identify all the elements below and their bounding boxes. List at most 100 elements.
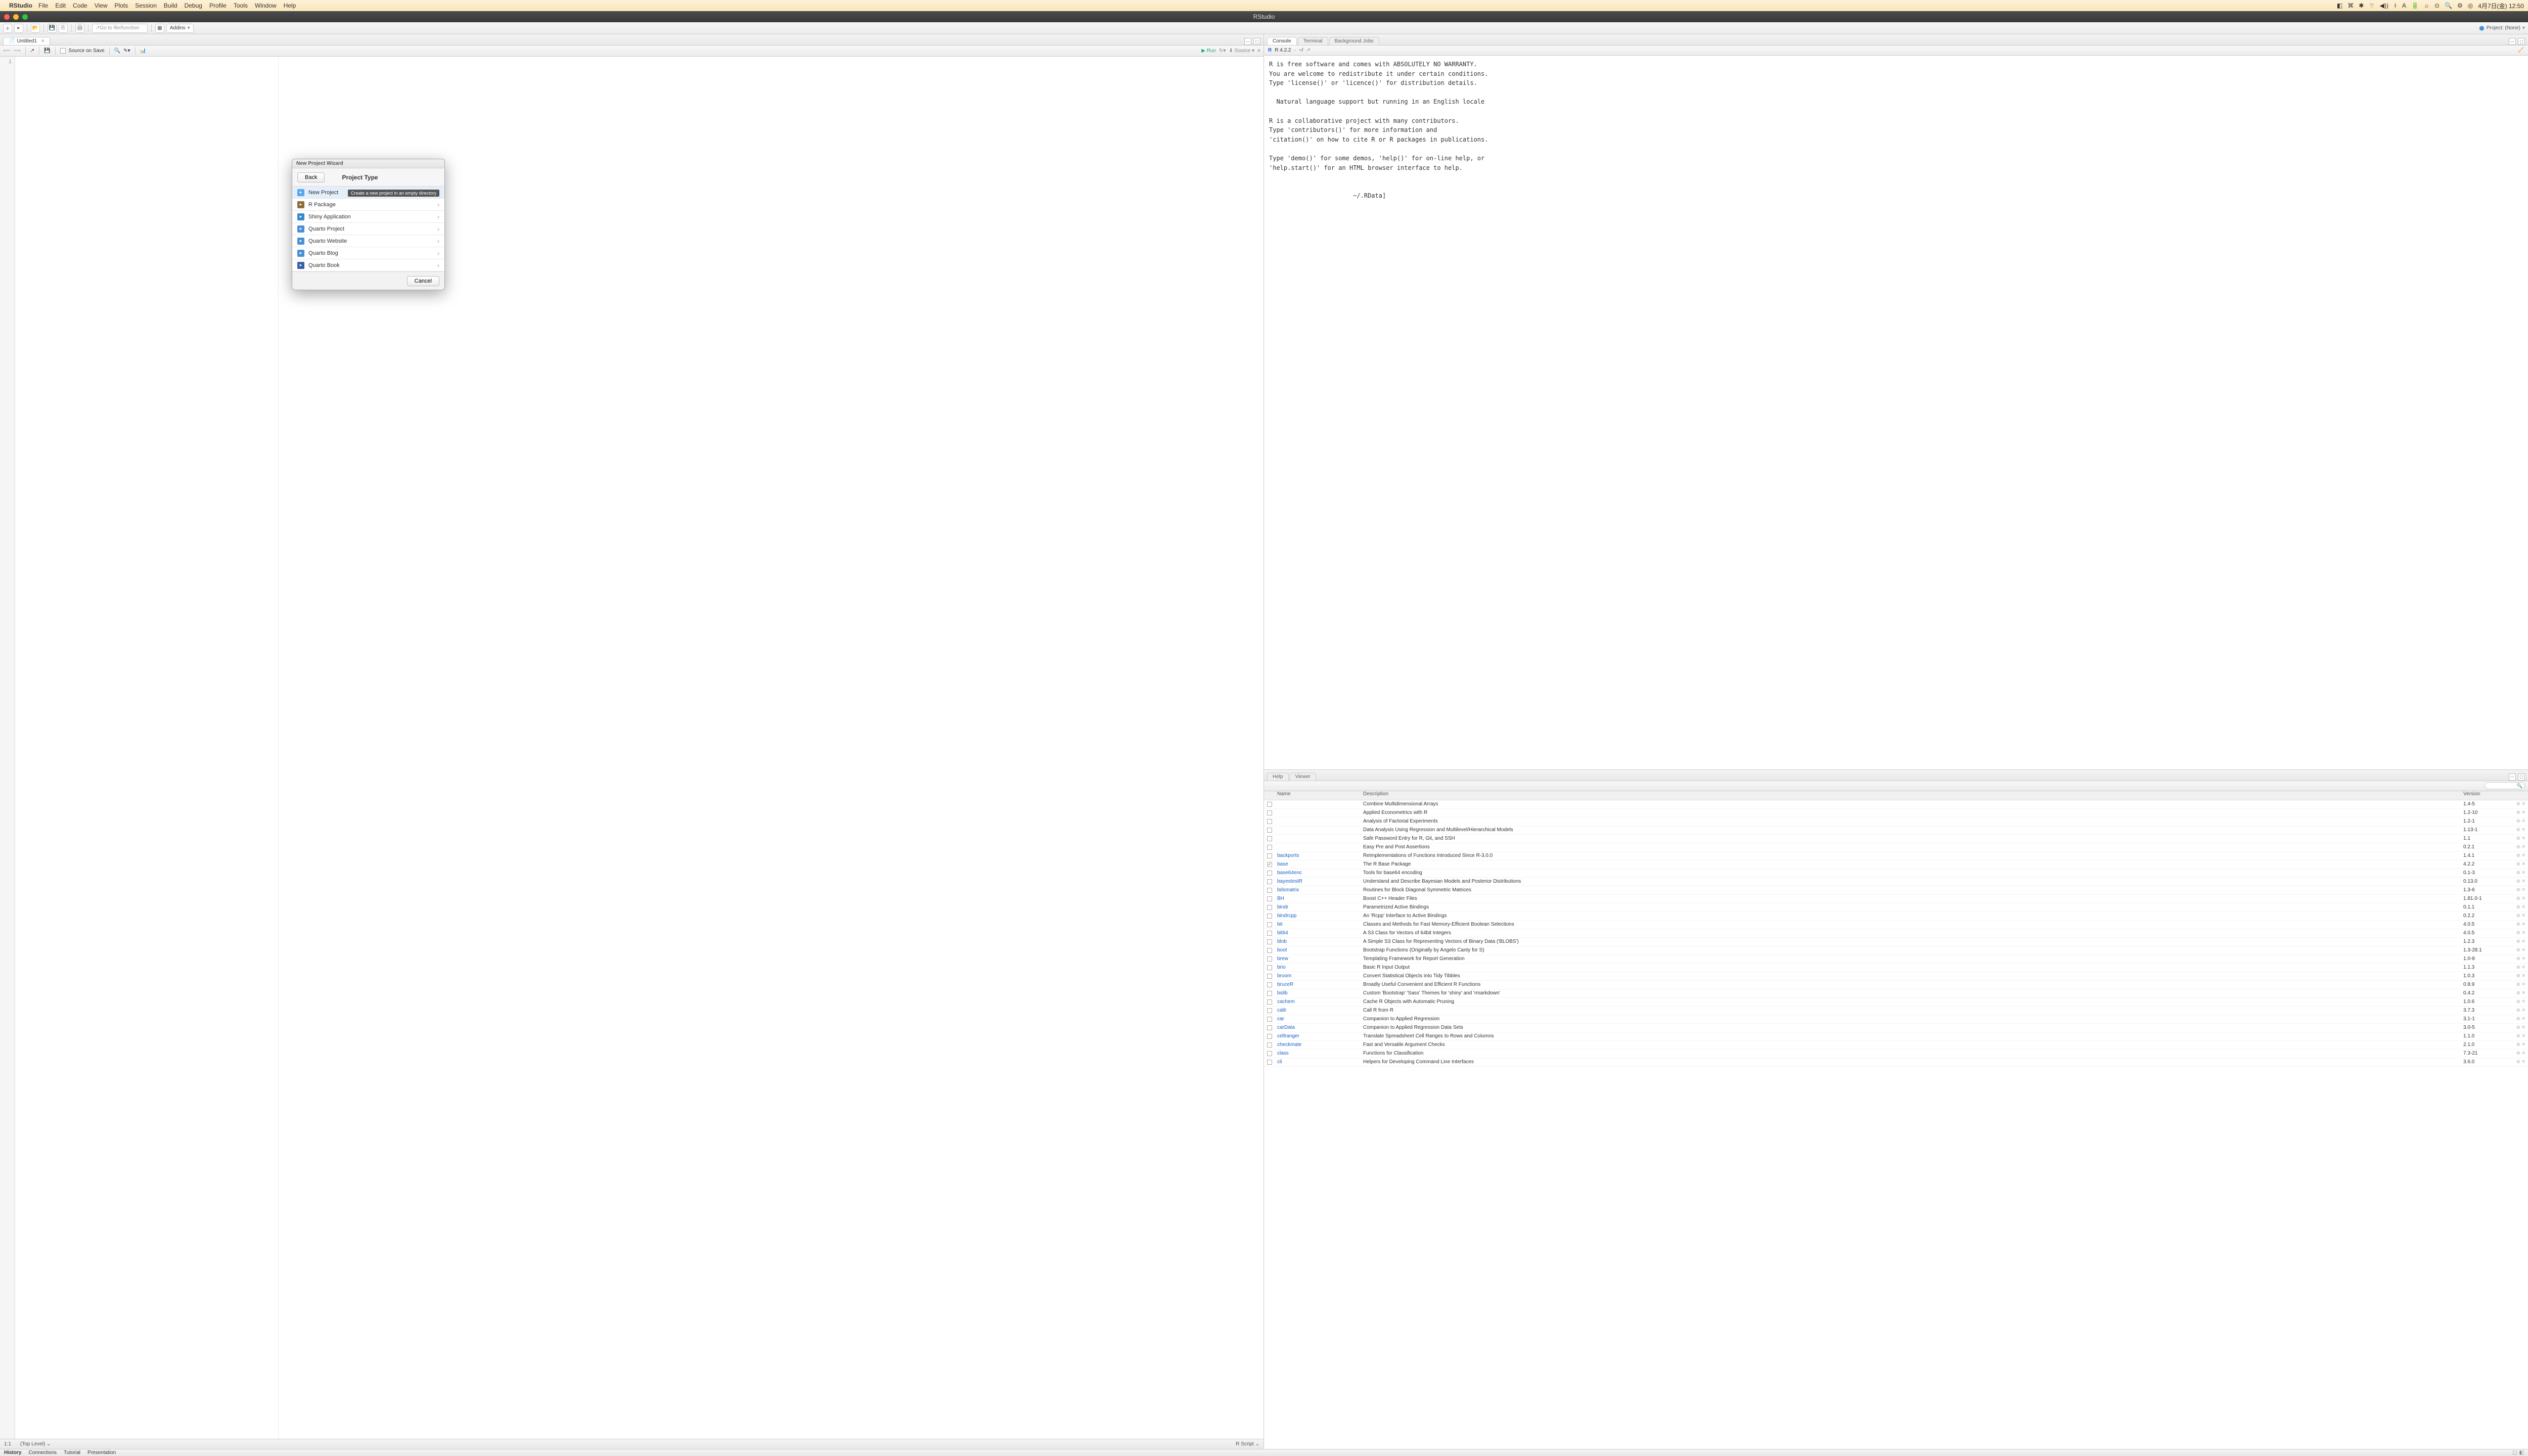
package-remove-icon[interactable]: ✕ <box>2521 1051 2525 1056</box>
save-button[interactable]: 💾 <box>48 24 57 33</box>
package-checkbox[interactable] <box>1267 991 1272 996</box>
spotlight-icon[interactable]: 🔍 <box>2445 2 2452 9</box>
tab-viewer[interactable]: Viewer <box>1290 772 1316 781</box>
package-row[interactable]: brewTemplating Framework for Report Gene… <box>1264 955 2528 964</box>
save-all-button[interactable]: ⎘ <box>59 24 68 33</box>
print-button[interactable]: 🖨 <box>75 24 84 33</box>
package-checkbox[interactable] <box>1267 1042 1272 1048</box>
tab-help[interactable]: Help <box>1267 772 1289 781</box>
package-checkbox[interactable] <box>1267 853 1272 858</box>
package-web-icon[interactable]: ⊕ <box>2516 1008 2520 1013</box>
package-remove-icon[interactable]: ✕ <box>2521 999 2525 1005</box>
package-name-link[interactable]: blob <box>1275 939 1361 944</box>
package-remove-icon[interactable]: ✕ <box>2521 853 2525 858</box>
wand-button[interactable]: ✎▾ <box>123 48 130 54</box>
menu-debug[interactable]: Debug <box>185 2 202 9</box>
package-web-icon[interactable]: ⊕ <box>2516 947 2520 953</box>
maximize-pane-button[interactable]: ▢ <box>1253 38 1260 45</box>
minimize-pane-button[interactable]: — <box>1244 38 1251 45</box>
package-checkbox[interactable]: ✓ <box>1267 862 1272 867</box>
package-name-link[interactable]: bslib <box>1275 990 1361 996</box>
package-name-link[interactable]: car <box>1275 1016 1361 1022</box>
package-checkbox[interactable] <box>1267 974 1272 979</box>
package-name-link[interactable]: bit64 <box>1275 930 1361 936</box>
package-row[interactable]: callrCall R from R3.7.3⊕✕ <box>1264 1007 2528 1015</box>
window-zoom-button[interactable] <box>22 14 28 20</box>
package-web-icon[interactable]: ⊕ <box>2516 956 2520 962</box>
package-web-icon[interactable]: ⊕ <box>2516 879 2520 884</box>
package-remove-icon[interactable]: ✕ <box>2521 844 2525 850</box>
package-remove-icon[interactable]: ✕ <box>2521 904 2525 910</box>
menu-view[interactable]: View <box>95 2 108 9</box>
package-web-icon[interactable]: ⊕ <box>2516 870 2520 876</box>
package-row[interactable]: bit64A S3 Class for Vectors of 64bit Int… <box>1264 929 2528 938</box>
project-menu[interactable]: ⬢ Project: (None) ▾ <box>2479 25 2525 32</box>
package-remove-icon[interactable]: ✕ <box>2521 982 2525 987</box>
package-checkbox[interactable] <box>1267 999 1272 1005</box>
package-checkbox[interactable] <box>1267 931 1272 936</box>
package-name-link[interactable]: backports <box>1275 853 1361 858</box>
tab-terminal[interactable]: Terminal <box>1298 37 1328 45</box>
pane-icon[interactable]: ◧ <box>2519 1450 2524 1455</box>
package-web-icon[interactable]: ⊕ <box>2516 896 2520 901</box>
report-button[interactable]: 📊 <box>140 48 146 54</box>
menu-edit[interactable]: Edit <box>55 2 66 9</box>
package-name-link[interactable]: cellranger <box>1275 1033 1361 1039</box>
window-minimize-button[interactable] <box>13 14 19 20</box>
package-name-link[interactable]: broom <box>1275 973 1361 979</box>
package-row[interactable]: carDataCompanion to Applied Regression D… <box>1264 1024 2528 1032</box>
package-web-icon[interactable]: ⊕ <box>2516 1051 2520 1056</box>
package-row[interactable]: broomConvert Statistical Objects into Ti… <box>1264 972 2528 981</box>
menu-build[interactable]: Build <box>164 2 177 9</box>
addins-menu[interactable]: Addins ▾ <box>166 24 194 33</box>
show-in-new-window-button[interactable]: ↗ <box>30 48 34 54</box>
clear-console-button[interactable]: 🧹 <box>2518 48 2524 53</box>
package-remove-icon[interactable]: ✕ <box>2521 947 2525 953</box>
source-menu-button[interactable]: ⬇ Source ▾ <box>1229 48 1254 54</box>
package-checkbox[interactable] <box>1267 871 1272 876</box>
package-remove-icon[interactable]: ✕ <box>2521 861 2525 867</box>
console-output[interactable]: R is free software and comes with ABSOLU… <box>1264 56 2528 769</box>
package-name-link[interactable]: bruceR <box>1275 982 1361 987</box>
goto-file-function-input[interactable]: ↗ Go to file/function <box>92 24 148 33</box>
package-row[interactable]: checkmateFast and Versatile Argument Che… <box>1264 1041 2528 1050</box>
package-remove-icon[interactable]: ✕ <box>2521 965 2525 970</box>
package-name-link[interactable]: carData <box>1275 1025 1361 1030</box>
package-remove-icon[interactable]: ✕ <box>2521 896 2525 901</box>
package-web-icon[interactable]: ⊕ <box>2516 801 2520 807</box>
back-button[interactable]: Back <box>297 172 325 183</box>
tab-tutorial[interactable]: Tutorial <box>64 1450 80 1455</box>
package-name-link[interactable]: base64enc <box>1275 870 1361 876</box>
battery-icon[interactable]: 🔋 <box>2411 2 2419 9</box>
package-checkbox[interactable] <box>1267 914 1272 919</box>
pane-icon[interactable]: ▢ <box>2512 1450 2517 1455</box>
menubar-icon[interactable]: ⌘ <box>2348 2 2354 9</box>
menu-profile[interactable]: Profile <box>209 2 227 9</box>
maximize-pane-button[interactable]: ▢ <box>2518 774 2525 781</box>
package-row[interactable]: Analysis of Factorial Experiments1.2-1⊕✕ <box>1264 817 2528 826</box>
package-row[interactable]: Applied Econometrics with R1.2-10⊕✕ <box>1264 809 2528 817</box>
package-checkbox[interactable] <box>1267 1025 1272 1030</box>
project-type-shiny-application[interactable]: ▸Shiny Application› <box>292 211 444 223</box>
package-remove-icon[interactable]: ✕ <box>2521 818 2525 824</box>
package-row[interactable]: carCompanion to Applied Regression3.1-1⊕… <box>1264 1015 2528 1024</box>
package-remove-icon[interactable]: ✕ <box>2521 836 2525 841</box>
package-web-icon[interactable]: ⊕ <box>2516 1033 2520 1039</box>
package-checkbox[interactable] <box>1267 888 1272 893</box>
menubar-icon[interactable]: ◧ <box>2337 2 2342 9</box>
menu-file[interactable]: File <box>38 2 48 9</box>
package-checkbox[interactable] <box>1267 905 1272 910</box>
run-button[interactable]: ▶ Run <box>1201 48 1216 54</box>
package-web-icon[interactable]: ⊕ <box>2516 990 2520 996</box>
package-row[interactable]: bindrParametrized Active Bindings0.1.1⊕✕ <box>1264 903 2528 912</box>
package-row[interactable]: blobA Simple S3 Class for Representing V… <box>1264 938 2528 946</box>
back-nav-button[interactable]: ⟸ <box>3 48 10 54</box>
menu-plots[interactable]: Plots <box>115 2 128 9</box>
package-name-link[interactable]: BH <box>1275 896 1361 901</box>
package-web-icon[interactable]: ⊕ <box>2516 1025 2520 1030</box>
tab-background-jobs[interactable]: Background Jobs <box>1329 37 1379 45</box>
package-checkbox[interactable] <box>1267 1017 1272 1022</box>
popout-icon[interactable]: ↗ <box>1306 48 1310 53</box>
app-name[interactable]: RStudio <box>9 2 32 9</box>
close-icon[interactable]: ✕ <box>41 38 45 44</box>
